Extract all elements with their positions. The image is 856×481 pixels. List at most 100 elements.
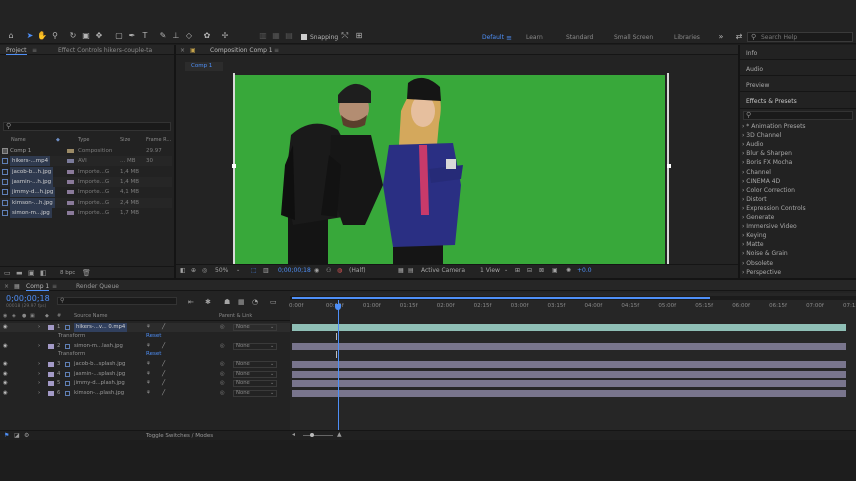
playhead-handle[interactable] [334, 304, 341, 310]
layer-source-name[interactable]: jasmin-...splash.jpg [74, 370, 125, 379]
quality-switch-icon[interactable]: ╱ [162, 379, 165, 388]
snapshot-icon[interactable]: ◉ [314, 267, 319, 274]
layer-label-color[interactable] [48, 362, 54, 367]
selection-tool-icon[interactable]: ➤ [25, 31, 35, 41]
expand-chevron-icon[interactable]: › [38, 360, 40, 369]
layer-duration-bar[interactable] [292, 380, 846, 387]
rectangle-tool-icon[interactable]: ▢ [114, 31, 124, 41]
quality-switch-icon[interactable]: ╱ [162, 323, 165, 332]
visibility-eye-icon[interactable]: ◉ [3, 379, 8, 388]
sync-settings-icon[interactable]: ⇄ [734, 32, 744, 42]
pick-whip-icon[interactable]: ◎ [220, 389, 225, 398]
fast-previews-icon[interactable]: ▦ [398, 267, 404, 274]
project-item[interactable]: hikers-...mp4 AVI ... MB 30 [0, 156, 172, 167]
in-out-icon[interactable]: ⚙ [24, 432, 29, 439]
exposure-value[interactable]: +0.0 [577, 267, 592, 274]
label-color-swatch[interactable] [67, 159, 74, 164]
shy-switch-icon[interactable]: ⚘ [146, 370, 151, 379]
project-item[interactable]: jacob-b...h.jpg Importe...G 1,4 MB [0, 166, 172, 177]
tab-project[interactable]: Project [6, 47, 27, 55]
axis-local-icon[interactable]: ▥ [258, 31, 268, 41]
chevron-down-icon[interactable]: ⌄ [270, 360, 274, 369]
transparency-icon[interactable]: ▤ [408, 267, 414, 274]
interpret-footage-icon[interactable]: ▭ [4, 269, 11, 277]
timeline-layer-row[interactable]: ◉ › 4 jasmin-...splash.jpg ⚘ ╱ ◎ None ⌄ [0, 370, 290, 379]
pick-whip-icon[interactable]: ◎ [220, 360, 225, 369]
layer-source-name[interactable]: jacob-b...splash.jpg [74, 360, 125, 369]
pick-whip-icon[interactable]: ◎ [220, 342, 225, 351]
new-folder-icon[interactable]: ▬ [16, 269, 23, 277]
motion-blur-icon[interactable]: ◔ [252, 298, 258, 306]
workspace-standard[interactable]: Standard [566, 34, 593, 41]
layer-label-color[interactable] [48, 371, 54, 377]
shy-switch-icon[interactable]: ⚘ [146, 342, 151, 351]
quality-switch-icon[interactable]: ╱ [162, 360, 165, 369]
playhead-line[interactable] [337, 300, 339, 430]
expand-chevron-icon[interactable]: › [38, 370, 40, 379]
region-of-interest-icon[interactable]: ⬚ [251, 267, 257, 274]
expand-chevron-icon[interactable]: › [38, 379, 40, 388]
chevron-down-icon[interactable]: ⌄ [270, 379, 274, 388]
transform-handle-left[interactable] [232, 164, 236, 168]
work-area-range[interactable] [292, 297, 710, 299]
zoom-out-icon[interactable]: ◂ [292, 431, 295, 438]
label-color-swatch[interactable] [67, 200, 74, 205]
layer-label-color[interactable] [48, 381, 54, 386]
project-search-input[interactable]: ⚲ [3, 122, 171, 131]
toggle-switches-modes[interactable]: Toggle Switches / Modes [146, 433, 213, 439]
pick-whip-icon[interactable]: ◎ [220, 379, 225, 388]
effects-category[interactable]: › Boris FX Mocha [742, 159, 792, 166]
expand-chevron-icon[interactable]: › [38, 342, 40, 351]
hand-tool-icon[interactable]: ✋ [37, 31, 47, 41]
camera-dropdown[interactable]: Active Camera [421, 267, 465, 274]
fast-draft-icon[interactable]: ⊟ [527, 267, 532, 274]
zoom-slider-thumb[interactable] [310, 433, 314, 437]
zoom-in-icon[interactable]: ▲ [337, 431, 342, 438]
col-name[interactable]: Name [11, 137, 26, 143]
exposure-reset-icon[interactable]: ✺ [566, 267, 571, 274]
av-features-icon[interactable]: ◉ [3, 313, 7, 319]
pen-tool-icon[interactable]: ✒ [127, 31, 137, 41]
project-item[interactable]: jasmin-...h.jpg Importe...G 1,4 MB [0, 176, 172, 187]
expand-chevron-icon[interactable]: › [38, 389, 40, 398]
shy-layers-icon[interactable]: ☗ [224, 298, 230, 306]
timeline-layer-row[interactable]: ◉ › 5 jimmy-d...plash.jpg ⚘ ╱ ◎ None ⌄ [0, 379, 290, 388]
timeline-layer-row[interactable]: ◉ › 1 hikers-...v... 0.mp4 ⚘ ╱ ◎ None ⌄ [0, 323, 290, 332]
composition-viewer[interactable] [233, 75, 665, 265]
project-settings-icon[interactable]: ◧ [40, 269, 47, 277]
snap-target-icon[interactable]: ⊞ [354, 31, 364, 41]
timeline-icon[interactable]: ▣ [552, 267, 558, 274]
zoom-slider[interactable] [303, 435, 333, 436]
lock-icon[interactable]: ▣ [190, 47, 196, 54]
preview-panel-title[interactable]: Preview [746, 82, 769, 89]
effects-search-input[interactable]: ⚲ [743, 111, 853, 120]
expand-layer-switches-icon[interactable]: ⚑ [4, 432, 9, 439]
timeline-menu-icon[interactable]: ≡ [52, 283, 57, 290]
effects-category[interactable]: › Channel [742, 169, 771, 176]
label-color-swatch[interactable] [67, 210, 74, 215]
eraser-tool-icon[interactable]: ◇ [184, 31, 194, 41]
visibility-eye-icon[interactable]: ◉ [3, 323, 8, 332]
project-item[interactable]: Comp 1 Composition 29.97 [0, 146, 172, 156]
close-icon[interactable]: × [180, 47, 185, 54]
camera-tool-icon[interactable]: ▣ [81, 31, 91, 41]
show-snapshot-icon[interactable]: ⚇ [326, 267, 331, 274]
effects-category[interactable]: › Color Correction [742, 187, 795, 194]
effects-category[interactable]: › Obsolete [742, 260, 773, 267]
effects-category[interactable]: › Distort [742, 196, 767, 203]
guides-icon[interactable]: ⊕ [191, 267, 196, 274]
layer-source-name[interactable]: simon-m...lash.jpg [74, 342, 123, 351]
transform-reset-link[interactable]: Reset [146, 333, 161, 339]
brush-tool-icon[interactable]: ✎ [158, 31, 168, 41]
puppet-tool-icon[interactable]: ✢ [220, 31, 230, 41]
toggle-pixel-aspect-icon[interactable]: ⊞ [515, 267, 520, 274]
axis-view-icon[interactable]: ▤ [284, 31, 294, 41]
quality-switch-icon[interactable]: ╱ [162, 370, 165, 379]
draft-3d-icon[interactable]: ✱ [205, 298, 211, 306]
type-tool-icon[interactable]: T [140, 31, 150, 41]
col-type[interactable]: Type [78, 137, 89, 143]
channel-icon[interactable]: ◍ [337, 267, 342, 274]
resolution-dropdown[interactable]: (Half) [349, 267, 366, 274]
quality-switch-icon[interactable]: ╱ [162, 342, 165, 351]
comp-sub-tab[interactable]: Comp 1 [185, 62, 223, 71]
